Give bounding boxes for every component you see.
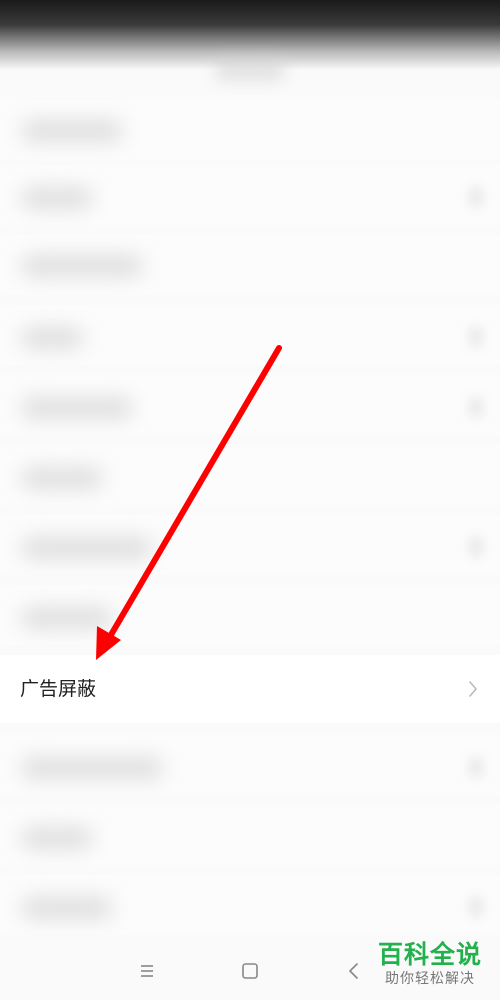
blurred-list-item: [0, 305, 500, 365]
ad-block-label: 广告屏蔽: [20, 678, 97, 700]
blurred-list-item: [0, 235, 500, 295]
chevron-right-icon: [469, 681, 477, 697]
blurred-list-item: [0, 515, 500, 575]
blurred-settings-list: [0, 60, 500, 950]
blurred-list-item: [0, 875, 500, 935]
watermark-subtitle: 助你轻松解决: [385, 971, 475, 987]
watermark: 百科全说 助你轻松解决: [374, 940, 486, 988]
settings-item-ad-block[interactable]: 广告屏蔽: [0, 655, 500, 723]
blurred-list-item: [0, 165, 500, 225]
blurred-list-item: [0, 100, 500, 160]
blurred-list-item: [0, 585, 500, 645]
blurred-list-item: [0, 445, 500, 505]
blurred-list-item: [0, 375, 500, 435]
back-icon[interactable]: [341, 958, 367, 984]
blurred-list-item: [0, 805, 500, 865]
blurred-page-title: [215, 60, 285, 80]
blurred-list-item: [0, 735, 500, 795]
menu-icon[interactable]: [134, 958, 160, 984]
home-icon[interactable]: [237, 958, 263, 984]
watermark-title: 百科全说: [377, 940, 482, 969]
